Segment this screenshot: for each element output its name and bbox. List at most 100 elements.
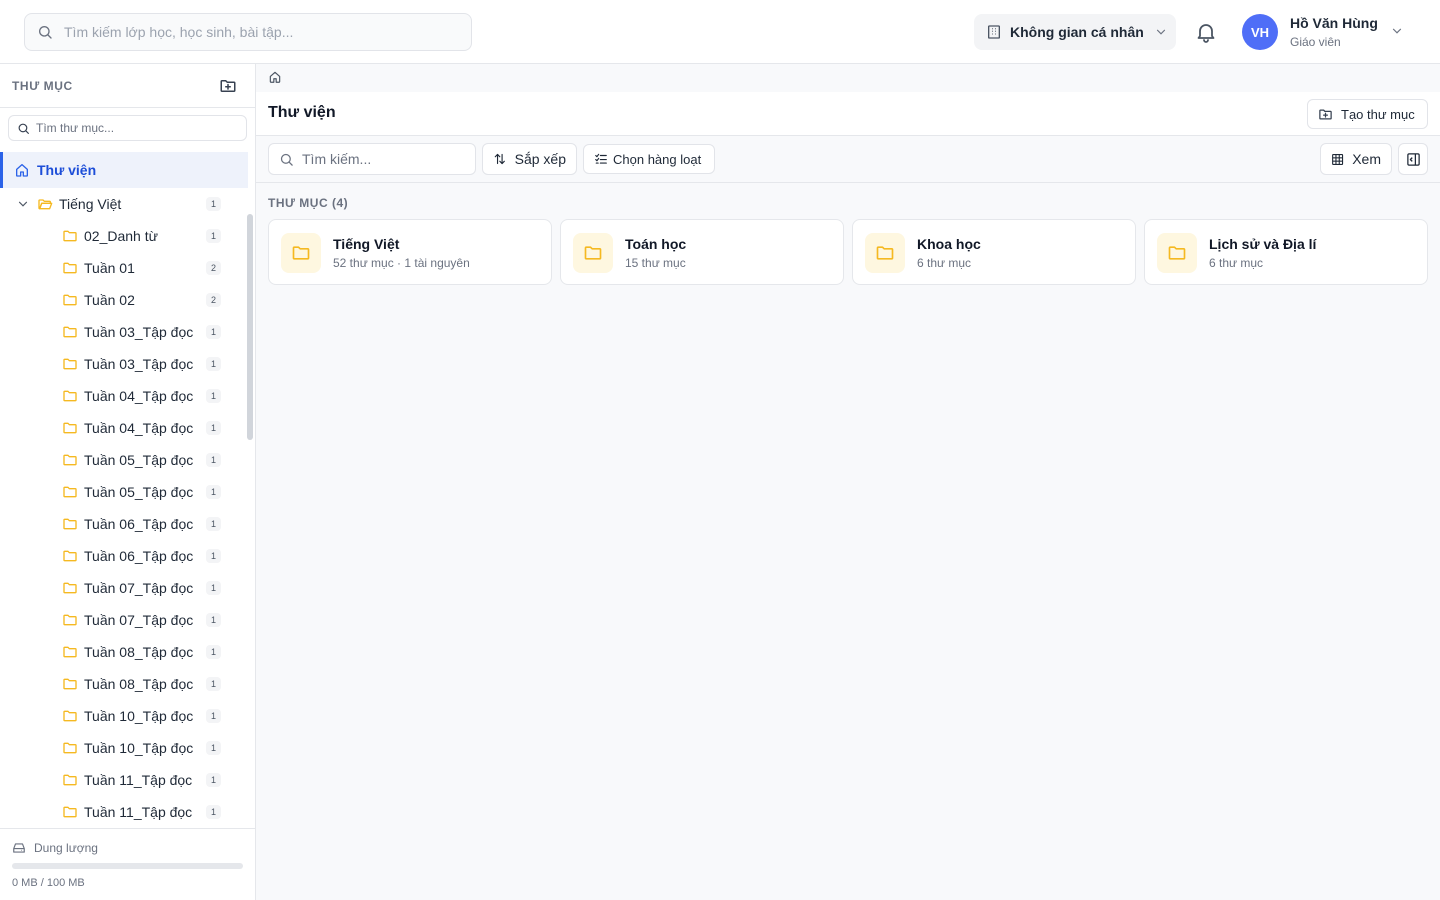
global-search-input[interactable]: [64, 24, 444, 40]
folder-card-meta: 52 thư mục · 1 tài nguyên: [333, 256, 470, 270]
sidebar-item-label: Tuần 10_Tập đọc: [84, 708, 194, 724]
count-badge: 1: [206, 741, 221, 755]
folder-card-name: Tiếng Việt: [333, 236, 400, 252]
folder-icon: [573, 233, 613, 273]
toggle-panel-button[interactable]: [1398, 143, 1428, 175]
sidebar-item-label: Tuần 03_Tập đọc: [84, 324, 194, 340]
bulk-select-button[interactable]: Chọn hàng loạt: [583, 144, 715, 174]
folder-icon: [63, 742, 77, 754]
view-label: Xem: [1352, 151, 1381, 167]
folder-card-name: Lịch sử và Địa lí: [1209, 236, 1317, 252]
sidebar-item-label: Tuần 11_Tập đọc: [84, 804, 193, 820]
folder-icon: [63, 582, 77, 594]
sidebar-item-label: Tiếng Việt: [59, 196, 122, 212]
avatar: VH: [1242, 14, 1278, 50]
sidebar-folder-item[interactable]: Tuần 08_Tập đọc 1: [0, 668, 248, 700]
folder-card[interactable]: Lịch sử và Địa lí 6 thư mục: [1144, 219, 1428, 285]
sidebar-folder-item[interactable]: Tuần 03_Tập đọc 1: [0, 316, 248, 348]
sidebar-folder-item[interactable]: Tuần 10_Tập đọc 1: [0, 700, 248, 732]
count-badge: 1: [206, 517, 221, 531]
count-badge: 1: [206, 805, 221, 819]
home-icon: [16, 164, 28, 177]
sidebar-item-label: Tuần 07_Tập đọc: [84, 580, 194, 596]
folder-icon: [1157, 233, 1197, 273]
sidebar-folder-item[interactable]: Tuần 06_Tập đọc 1: [0, 540, 248, 572]
storage-label: Dung lượng: [34, 841, 98, 855]
search-icon: [18, 123, 29, 134]
create-folder-label: Tạo thư mục: [1341, 106, 1415, 122]
count-badge: 1: [206, 709, 221, 723]
folder-card[interactable]: Toán học 15 thư mục: [560, 219, 844, 285]
chevron-down-icon: [1156, 29, 1165, 35]
folder-card-name: Khoa học: [917, 236, 981, 252]
sidebar-folder-item[interactable]: Tuần 03_Tập đọc 1: [0, 348, 248, 380]
folder-card-meta: 15 thư mục: [625, 256, 686, 270]
page-header: Thư viện Tạo thư mục: [256, 92, 1440, 136]
folder-card[interactable]: Khoa học 6 thư mục: [852, 219, 1136, 285]
page-title: Thư viện: [268, 104, 336, 121]
folder-search[interactable]: [8, 115, 247, 141]
create-folder-button[interactable]: Tạo thư mục: [1307, 99, 1428, 129]
folder-icon: [63, 678, 77, 690]
count-badge: 1: [206, 421, 221, 435]
folder-icon: [281, 233, 321, 273]
sidebar-folder-item[interactable]: Tuần 02 2: [0, 284, 248, 316]
content-search-input[interactable]: [302, 151, 472, 167]
view-mode-button[interactable]: Xem: [1320, 143, 1392, 175]
folder-icon: [63, 358, 77, 370]
count-badge: 1: [206, 197, 221, 211]
sidebar-folder-item[interactable]: Tuần 10_Tập đọc 1: [0, 732, 248, 764]
sidebar-folder-item[interactable]: Tuần 06_Tập đọc 1: [0, 508, 248, 540]
sidebar-folder-item[interactable]: Tuần 07_Tập đọc 1: [0, 604, 248, 636]
sidebar-scrollbar[interactable]: [247, 214, 253, 440]
sidebar-item-tieng-viet[interactable]: Tiếng Việt 1: [0, 188, 248, 220]
sidebar-header: THƯ MỤC: [0, 64, 255, 108]
sidebar-item-label: Tuần 01: [84, 260, 135, 276]
sidebar-folder-item[interactable]: Tuần 11_Tập đọc 1: [0, 796, 248, 828]
content-search[interactable]: [268, 143, 476, 175]
workspace-switcher[interactable]: Không gian cá nhân: [974, 14, 1176, 50]
global-search[interactable]: [24, 13, 472, 51]
building-icon: [988, 25, 1000, 39]
sidebar-folder-item[interactable]: 02_Danh từ 1: [0, 220, 248, 252]
folder-grid: Tiếng Việt 52 thư mục · 1 tài nguyên Toán …: [268, 219, 1428, 285]
sidebar-folder-item[interactable]: Tuần 11_Tập đọc 1: [0, 764, 248, 796]
folder-icon: [63, 646, 77, 658]
home-icon[interactable]: [268, 70, 282, 84]
count-badge: 1: [206, 773, 221, 787]
folder-card-meta: 6 thư mục: [917, 256, 972, 270]
folder-plus-icon[interactable]: [219, 77, 237, 95]
count-badge: 1: [206, 357, 221, 371]
folder-search-input[interactable]: [36, 121, 236, 135]
sidebar-folder-item[interactable]: Tuần 01 2: [0, 252, 248, 284]
sidebar-folder-item[interactable]: Tuần 05_Tập đọc 1: [0, 476, 248, 508]
top-bar: Không gian cá nhân VH Hồ Văn Hùng Giáo v…: [0, 0, 1440, 64]
sidebar-folder-item[interactable]: Tuần 08_Tập đọc 1: [0, 636, 248, 668]
folder-tree-children: 02_Danh từ 1 Tuần 01 2 Tuần 02 2 Tuần 03_Tập đ…: [0, 220, 248, 828]
storage-panel: Dung lượng 0 MB / 100 MB: [0, 828, 255, 900]
sidebar-folder-item[interactable]: Tuần 07_Tập đọc 1: [0, 572, 248, 604]
count-badge: 1: [206, 549, 221, 563]
count-badge: 1: [206, 581, 221, 595]
folder-icon: [63, 806, 77, 818]
folder-card[interactable]: Tiếng Việt 52 thư mục · 1 tài nguyên: [268, 219, 552, 285]
sidebar-item-label: Tuần 02: [84, 292, 135, 308]
sidebar-item-library[interactable]: Thư viện: [0, 152, 248, 188]
folder-open-icon: [38, 199, 53, 210]
user-menu[interactable]: VH Hồ Văn Hùng Giáo viên: [1242, 12, 1422, 52]
sort-label: Sắp xếp: [514, 151, 566, 167]
sidebar-folder-item[interactable]: Tuần 04_Tập đọc 1: [0, 412, 248, 444]
chevron-down-icon[interactable]: [16, 197, 30, 211]
bulk-select-label: Chọn hàng loạt: [613, 151, 702, 167]
sidebar-folder-item[interactable]: Tuần 05_Tập đọc 1: [0, 444, 248, 476]
sidebar-folder-item[interactable]: Tuần 04_Tập đọc 1: [0, 380, 248, 412]
sidebar-item-label: Tuần 04_Tập đọc: [84, 388, 194, 404]
grid-icon: [1332, 153, 1344, 165]
sort-button[interactable]: Sắp xếp: [482, 143, 577, 175]
folder-icon: [63, 454, 77, 466]
count-badge: 1: [206, 485, 221, 499]
count-badge: 1: [206, 613, 221, 627]
notification-button[interactable]: [1194, 20, 1218, 44]
folder-tree: Thư viện Tiếng Việt 1 02_Danh từ 1 Tuần 01…: [0, 152, 248, 828]
chevron-down-icon: [1392, 28, 1402, 34]
